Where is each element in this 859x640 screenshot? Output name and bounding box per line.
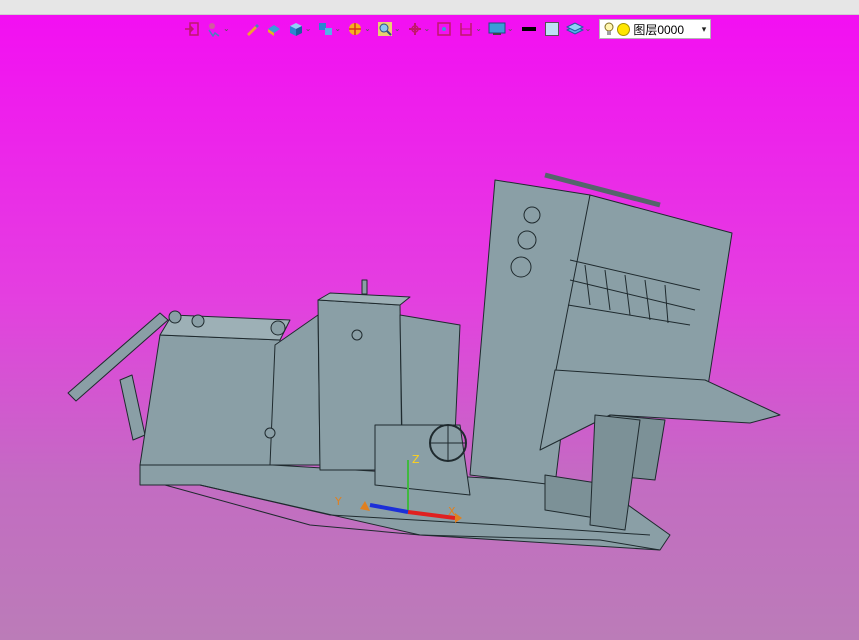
chevron-down-icon: ⌄ — [334, 24, 342, 33]
cube-view-icon — [289, 23, 302, 36]
chevron-down-icon: ⌄ — [506, 24, 514, 33]
render-mode-icon — [349, 23, 362, 35]
window-titlebar — [0, 0, 859, 15]
select-filter-button[interactable]: ⌄ — [204, 19, 232, 39]
line-color-button[interactable] — [518, 19, 540, 39]
select-filter-icon — [208, 23, 220, 37]
roller-left-2 — [191, 314, 205, 328]
layer-color-dot — [617, 22, 631, 36]
chevron-down-icon: ⌄ — [223, 24, 230, 33]
fit-view-icon — [437, 22, 451, 36]
roller-section — [399, 314, 461, 436]
chevron-down-icon: ⌄ — [364, 24, 371, 33]
layer-box-icon — [267, 25, 280, 36]
axis-label-z: Z — [412, 453, 420, 466]
fill-color-button[interactable] — [542, 19, 562, 39]
axis-label-x: X — [448, 505, 456, 518]
gear-1 — [523, 206, 541, 224]
display-settings-icon — [488, 22, 506, 35]
dropdown-arrow-icon: ▾ — [701, 23, 707, 34]
cube-view-button[interactable]: ⌄ — [286, 19, 314, 39]
layer-select-value: 图层0000 — [633, 22, 685, 37]
3d-viewport[interactable]: Z X Y ⌄ ⌄ ⌄ ⌄ ⌄ ⌄ ⌄ ⌄ ⌄ 图层0000 ▾ — [0, 15, 859, 640]
knob-lower — [264, 427, 276, 439]
rotate-button[interactable]: ⌄ — [405, 19, 433, 39]
layer-box-button[interactable] — [264, 19, 284, 39]
roller-left — [168, 310, 182, 324]
section-view-icon — [460, 23, 472, 36]
zoom-icon — [377, 22, 392, 36]
left-housing — [139, 334, 281, 466]
section-view-button[interactable]: ⌄ — [456, 19, 484, 39]
multi-view-button[interactable]: ⌄ — [315, 19, 343, 39]
axis-label-y: Y — [334, 495, 342, 508]
zoom-button[interactable]: ⌄ — [375, 19, 403, 39]
layer-stack-button[interactable]: ⌄ — [564, 19, 594, 39]
multi-view-icon — [319, 23, 333, 35]
gear-2 — [517, 230, 537, 250]
knob — [351, 329, 363, 341]
fit-view-button[interactable] — [434, 19, 454, 39]
brush-button[interactable] — [242, 19, 262, 39]
chevron-down-icon: ⌄ — [475, 24, 482, 33]
chevron-down-icon: ⌄ — [423, 24, 431, 33]
chevron-down-icon: ⌄ — [393, 24, 401, 33]
exit-view-button[interactable] — [182, 19, 202, 39]
brush-icon — [246, 24, 259, 36]
chevron-down-icon: ⌄ — [584, 24, 592, 33]
view-toolbar: ⌄ ⌄ ⌄ ⌄ ⌄ ⌄ ⌄ ⌄ ⌄ 图层0000 ▾ — [182, 18, 712, 40]
gear-3 — [510, 256, 532, 278]
exit-view-icon — [185, 22, 199, 36]
layer-stack-icon — [565, 22, 584, 35]
fill-color-icon — [544, 22, 559, 36]
roller-left-3 — [270, 320, 286, 336]
layer-select[interactable]: 图层0000 ▾ — [599, 19, 712, 39]
render-mode-button[interactable]: ⌄ — [345, 19, 373, 39]
chevron-down-icon: ⌄ — [304, 24, 312, 33]
line-color-icon — [521, 27, 536, 31]
lightbulb-icon — [604, 22, 614, 35]
arm-cylinder — [119, 374, 146, 441]
sensor-post — [361, 279, 368, 295]
rotate-icon — [408, 23, 421, 35]
machine-model[interactable]: Z X Y — [0, 15, 859, 640]
display-settings-button[interactable]: ⌄ — [486, 19, 516, 39]
